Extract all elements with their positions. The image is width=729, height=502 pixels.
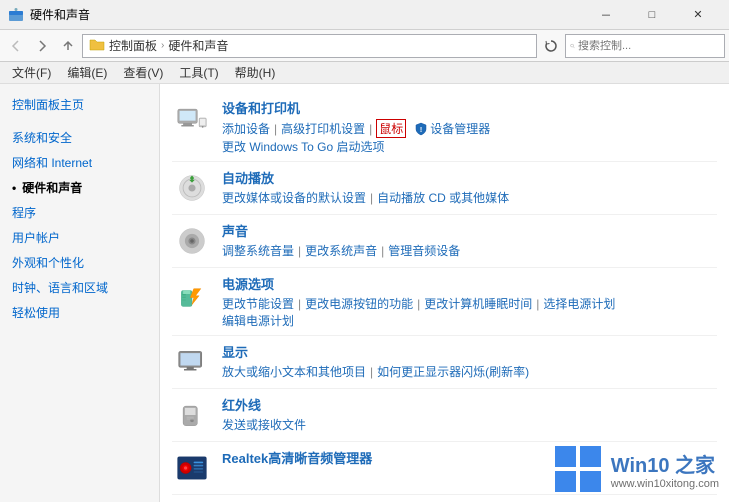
menu-edit[interactable]: 编辑(E) — [59, 62, 115, 83]
win10-text-block: Win10 之家 www.win10xitong.com — [611, 449, 719, 490]
category-infrared: 红外线 发送或接收文件 — [172, 389, 717, 442]
power-sublinks: 编辑电源计划 — [222, 312, 717, 329]
display-links: 放大或缩小文本和其他项目 | 如何更正显示器闪烁(刷新率) — [222, 363, 717, 380]
infrared-links: 发送或接收文件 — [222, 416, 717, 433]
search-input[interactable] — [578, 40, 720, 52]
text-size-link[interactable]: 放大或缩小文本和其他项目 — [222, 363, 366, 380]
window-icon — [8, 7, 24, 23]
win10-logo-icon — [553, 444, 603, 494]
category-devices: 设备和打印机 添加设备 | 高级打印机设置 | 鼠标 ! 设备管理器 — [172, 92, 717, 162]
close-button[interactable]: ✕ — [675, 0, 721, 30]
printer-settings-link[interactable]: 高级打印机设置 — [281, 120, 365, 137]
sidebar-item-clock[interactable]: 时钟、语言和区域 — [0, 275, 159, 300]
add-device-link[interactable]: 添加设备 — [222, 120, 270, 137]
edit-power-plan-link[interactable]: 编辑电源计划 — [222, 312, 294, 329]
manage-audio-link[interactable]: 管理音频设备 — [388, 242, 460, 259]
sidebar-item-hardware: 硬件和声音 — [0, 175, 159, 200]
refresh-button[interactable] — [539, 34, 563, 58]
watermark: Win10 之家 www.win10xitong.com — [553, 444, 719, 494]
title-bar: 硬件和声音 － □ ✕ — [0, 0, 729, 30]
power-plan-link[interactable]: 选择电源计划 — [543, 295, 615, 312]
sleep-time-link[interactable]: 更改计算机睡眠时间 — [424, 295, 532, 312]
display-info: 显示 放大或缩小文本和其他项目 | 如何更正显示器闪烁(刷新率) — [222, 342, 717, 380]
devices-sublinks: 更改 Windows To Go 启动选项 — [222, 138, 717, 155]
address-input[interactable]: 控制面板 › 硬件和声音 — [82, 34, 537, 58]
sidebar-item-ease[interactable]: 轻松使用 — [0, 300, 159, 325]
infrared-info: 红外线 发送或接收文件 — [222, 395, 717, 433]
menu-view[interactable]: 查看(V) — [115, 62, 171, 83]
refresh-rate-link[interactable]: 如何更正显示器闪烁(刷新率) — [377, 363, 529, 380]
sidebar-item-appearance[interactable]: 外观和个性化 — [0, 250, 159, 275]
win10-url: www.win10xitong.com — [611, 478, 719, 490]
adjust-volume-link[interactable]: 调整系统音量 — [222, 242, 294, 259]
send-receive-link[interactable]: 发送或接收文件 — [222, 416, 306, 433]
power-links: 更改节能设置 | 更改电源按钮的功能 | 更改计算机睡眠时间 | 选择电源计划 — [222, 295, 717, 312]
up-button[interactable] — [56, 34, 80, 58]
mouse-link[interactable]: 鼠标 — [376, 119, 406, 138]
sidebar: 控制面板主页 系统和安全 网络和 Internet 硬件和声音 程序 用户帐户 … — [0, 84, 160, 502]
sidebar-item-system[interactable]: 系统和安全 — [0, 125, 159, 150]
breadcrumb-arrow: › — [161, 40, 164, 51]
power-title[interactable]: 电源选项 — [222, 274, 717, 293]
sound-icon — [172, 221, 212, 261]
infrared-icon — [172, 395, 212, 435]
maximize-button[interactable]: □ — [629, 0, 675, 30]
autoplay-title[interactable]: 自动播放 — [222, 168, 717, 187]
win10-brand: Win10 之家 — [611, 449, 719, 478]
devices-links: 添加设备 | 高级打印机设置 | 鼠标 ! 设备管理器 — [222, 119, 717, 138]
breadcrumb-part1: 控制面板 — [109, 37, 157, 54]
shield-icon: ! — [414, 122, 428, 136]
power-button-link[interactable]: 更改电源按钮的功能 — [305, 295, 413, 312]
power-icon — [172, 274, 212, 314]
display-title[interactable]: 显示 — [222, 342, 717, 361]
menu-tools[interactable]: 工具(T) — [171, 62, 226, 83]
power-settings-link[interactable]: 更改节能设置 — [222, 295, 294, 312]
sound-title[interactable]: 声音 — [222, 221, 717, 240]
autoplay-icon — [172, 168, 212, 208]
power-info: 电源选项 更改节能设置 | 更改电源按钮的功能 | 更改计算机睡眠时间 | 选择… — [222, 274, 717, 329]
sound-links: 调整系统音量 | 更改系统声音 | 管理音频设备 — [222, 242, 717, 259]
autoplay-cd-link[interactable]: 自动播放 CD 或其他媒体 — [377, 189, 509, 206]
sound-info: 声音 调整系统音量 | 更改系统声音 | 管理音频设备 — [222, 221, 717, 259]
main-layout: 控制面板主页 系统和安全 网络和 Internet 硬件和声音 程序 用户帐户 … — [0, 84, 729, 502]
menu-help[interactable]: 帮助(H) — [227, 62, 284, 83]
window-controls: － □ ✕ — [583, 0, 721, 30]
change-system-sound-link[interactable]: 更改系统声音 — [305, 242, 377, 259]
sidebar-item-programs[interactable]: 程序 — [0, 200, 159, 225]
address-bar: 控制面板 › 硬件和声音 — [0, 30, 729, 62]
back-button[interactable] — [4, 34, 28, 58]
category-display: 显示 放大或缩小文本和其他项目 | 如何更正显示器闪烁(刷新率) — [172, 336, 717, 389]
infrared-title[interactable]: 红外线 — [222, 395, 717, 414]
category-sound: 声音 调整系统音量 | 更改系统声音 | 管理音频设备 — [172, 215, 717, 268]
device-manager-link[interactable]: ! 设备管理器 — [414, 120, 490, 137]
breadcrumb-part2: 硬件和声音 — [168, 37, 228, 54]
devices-icon — [172, 98, 212, 138]
category-autoplay: 自动播放 更改媒体或设备的默认设置 | 自动播放 CD 或其他媒体 — [172, 162, 717, 215]
content-area: 设备和打印机 添加设备 | 高级打印机设置 | 鼠标 ! 设备管理器 — [160, 84, 729, 502]
menu-file[interactable]: 文件(F) — [4, 62, 59, 83]
devices-info: 设备和打印机 添加设备 | 高级打印机设置 | 鼠标 ! 设备管理器 — [222, 98, 717, 155]
forward-button[interactable] — [30, 34, 54, 58]
menu-bar: 文件(F) 编辑(E) 查看(V) 工具(T) 帮助(H) — [0, 62, 729, 84]
search-icon — [570, 40, 575, 52]
folder-icon — [89, 37, 105, 54]
windows-to-go-link[interactable]: 更改 Windows To Go 启动选项 — [222, 138, 384, 155]
devices-title[interactable]: 设备和打印机 — [222, 98, 717, 117]
change-media-link[interactable]: 更改媒体或设备的默认设置 — [222, 189, 366, 206]
autoplay-links: 更改媒体或设备的默认设置 | 自动播放 CD 或其他媒体 — [222, 189, 717, 206]
search-box[interactable] — [565, 34, 725, 58]
sidebar-item-users[interactable]: 用户帐户 — [0, 225, 159, 250]
svg-text:!: ! — [420, 127, 422, 134]
minimize-button[interactable]: － — [583, 0, 629, 30]
sidebar-item-home[interactable]: 控制面板主页 — [0, 92, 159, 117]
breadcrumb: 控制面板 › 硬件和声音 — [109, 37, 228, 54]
sidebar-item-network[interactable]: 网络和 Internet — [0, 150, 159, 175]
window-title: 硬件和声音 — [30, 6, 583, 23]
realtek-icon — [172, 448, 212, 488]
autoplay-info: 自动播放 更改媒体或设备的默认设置 | 自动播放 CD 或其他媒体 — [222, 168, 717, 206]
display-icon — [172, 342, 212, 382]
category-power: 电源选项 更改节能设置 | 更改电源按钮的功能 | 更改计算机睡眠时间 | 选择… — [172, 268, 717, 336]
